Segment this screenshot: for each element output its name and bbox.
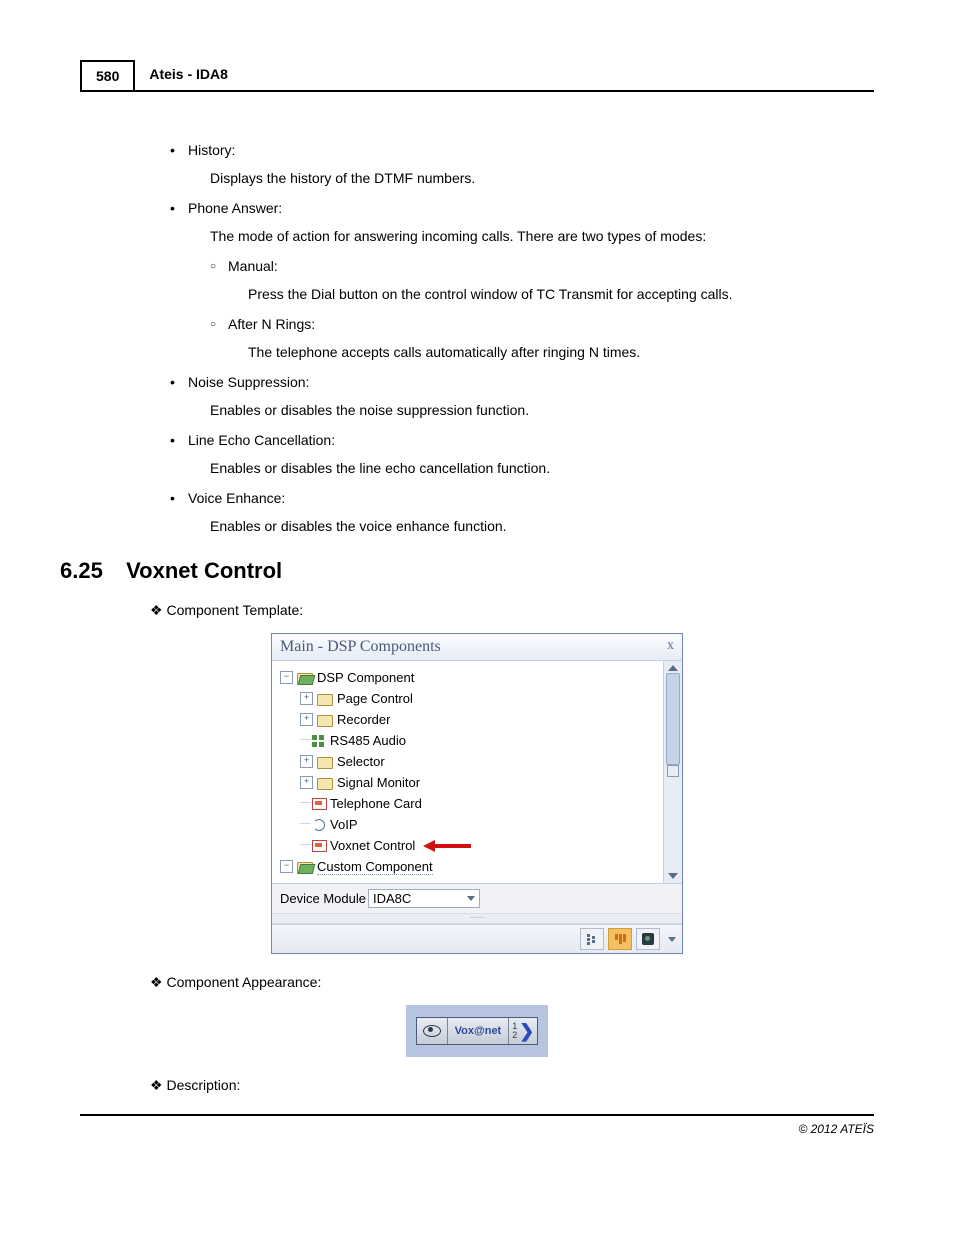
component-appearance-block: Vox@net 1 2 ❯: [406, 1005, 549, 1057]
diamond-template: ❖ Component Template:: [150, 602, 874, 619]
expand-icon[interactable]: +: [300, 776, 313, 789]
bullet-voice-label: Voice Enhance:: [188, 490, 854, 506]
circle-icon: ○: [210, 316, 228, 332]
bracket-icon: ❯: [519, 1027, 534, 1036]
bullet-noise-desc: Enables or disables the noise suppressio…: [210, 402, 854, 418]
sub-manual-label: Manual:: [228, 258, 278, 274]
dropdown-caret-icon[interactable]: [668, 937, 676, 942]
folder-open-icon: [297, 671, 313, 684]
scrollbar-mark-icon: [667, 765, 679, 777]
tree-node-voxnet-control[interactable]: ┈┈ Voxnet Control: [300, 835, 657, 856]
collapse-icon[interactable]: −: [280, 671, 293, 684]
device-module-label: Device Module: [280, 891, 366, 906]
expand-icon[interactable]: +: [300, 713, 313, 726]
card-icon: [312, 840, 326, 852]
tree-node-recorder[interactable]: + Recorder: [300, 709, 657, 730]
component-tree[interactable]: − DSP Component + Page Control + Recorde…: [272, 661, 663, 883]
tree-node-telephone-card[interactable]: ┈┈ Telephone Card: [300, 793, 657, 814]
bullet-phone-desc: The mode of action for answering incomin…: [210, 228, 854, 244]
bullet-noise-label: Noise Suppression:: [188, 374, 854, 390]
voxnet-component-chip[interactable]: Vox@net 1 2 ❯: [416, 1017, 539, 1045]
tree-node-page-control[interactable]: + Page Control: [300, 688, 657, 709]
tree-view-button[interactable]: [580, 928, 604, 950]
device-module-row: Device Module IDA8C: [272, 883, 682, 913]
close-icon[interactable]: x: [667, 638, 674, 656]
device-module-select[interactable]: IDA8C: [368, 889, 480, 908]
tree-icon: [587, 934, 597, 944]
dsp-components-panel: Main - DSP Components x − DSP Component …: [271, 633, 683, 954]
panel-statusbar: [272, 924, 682, 953]
tree-connector-icon: ┈┈: [300, 840, 310, 851]
folder-icon: [317, 713, 333, 726]
tree-node-signal-monitor[interactable]: + Signal Monitor: [300, 772, 657, 793]
expand-icon[interactable]: +: [300, 755, 313, 768]
bullet-history-desc: Displays the history of the DTMF numbers…: [210, 170, 854, 186]
bullet-icon: •: [170, 374, 188, 390]
grid-icon: [312, 735, 326, 747]
page-footer: © 2012 ATEÏS: [80, 1114, 874, 1136]
diamond-description: ❖ Description:: [150, 1077, 874, 1094]
scroll-up-icon[interactable]: [668, 665, 678, 671]
sub-manual-desc: Press the Dial button on the control win…: [248, 286, 854, 302]
tree-connector-icon: ┈┈: [300, 819, 310, 830]
component-ports: 1 2 ❯: [508, 1018, 537, 1044]
scrollbar-thumb[interactable]: [666, 673, 680, 765]
panel-title: Main - DSP Components: [280, 638, 441, 656]
folder-icon: [317, 755, 333, 768]
bullet-icon: •: [170, 200, 188, 216]
section-title: Voxnet Control: [126, 558, 282, 583]
bullet-echo-desc: Enables or disables the line echo cancel…: [210, 460, 854, 476]
eye-icon: [423, 1025, 441, 1037]
section-heading: 6.25 Voxnet Control: [60, 558, 874, 584]
bullet-icon: •: [170, 490, 188, 506]
tree-node-selector[interactable]: + Selector: [300, 751, 657, 772]
component-label: Vox@net: [448, 1018, 509, 1044]
folder-icon: [317, 692, 333, 705]
bullet-icon: •: [170, 432, 188, 448]
tree-node-voip[interactable]: ┈┈ VoIP: [300, 814, 657, 835]
collapse-icon[interactable]: −: [280, 860, 293, 873]
circle-icon: ○: [210, 258, 228, 274]
page-header: 580 Ateis - IDA8: [80, 60, 874, 92]
bullet-icon: •: [170, 142, 188, 158]
panel-grip[interactable]: ┈┈┈: [272, 913, 682, 924]
diamond-appearance: ❖ Component Appearance:: [150, 974, 874, 991]
sub-aftern-label: After N Rings:: [228, 316, 315, 332]
red-arrow-icon: [423, 840, 471, 852]
bullet-echo-label: Line Echo Cancellation:: [188, 432, 854, 448]
sub-aftern-desc: The telephone accepts calls automaticall…: [248, 344, 854, 360]
header-title: Ateis - IDA8: [135, 60, 242, 90]
page-number: 580: [80, 60, 135, 90]
bullet-history-label: History:: [188, 142, 854, 158]
folder-open-icon: [297, 860, 313, 873]
expand-icon[interactable]: +: [300, 692, 313, 705]
bullet-phone-label: Phone Answer:: [188, 200, 854, 216]
scroll-down-icon[interactable]: [668, 873, 678, 879]
bullet-voice-desc: Enables or disables the voice enhance fu…: [210, 518, 854, 534]
voip-icon: [312, 819, 326, 831]
tree-node-dsp-component[interactable]: − DSP Component: [280, 667, 657, 688]
tree-node-rs485[interactable]: ┈┈ RS485 Audio: [300, 730, 657, 751]
tree-connector-icon: ┈┈: [300, 735, 310, 746]
tree-node-custom-component[interactable]: − Custom Component: [280, 856, 657, 877]
vertical-scrollbar[interactable]: [663, 661, 682, 883]
component-icon: [642, 933, 654, 945]
section-number: 6.25: [60, 558, 120, 584]
tree-connector-icon: ┈┈: [300, 798, 310, 809]
panel-titlebar: Main - DSP Components x: [272, 634, 682, 661]
folder-icon: [317, 776, 333, 789]
component-view-button[interactable]: [636, 928, 660, 950]
card-icon: [312, 798, 326, 810]
bars-icon: [615, 934, 626, 944]
bars-view-button[interactable]: [608, 928, 632, 950]
